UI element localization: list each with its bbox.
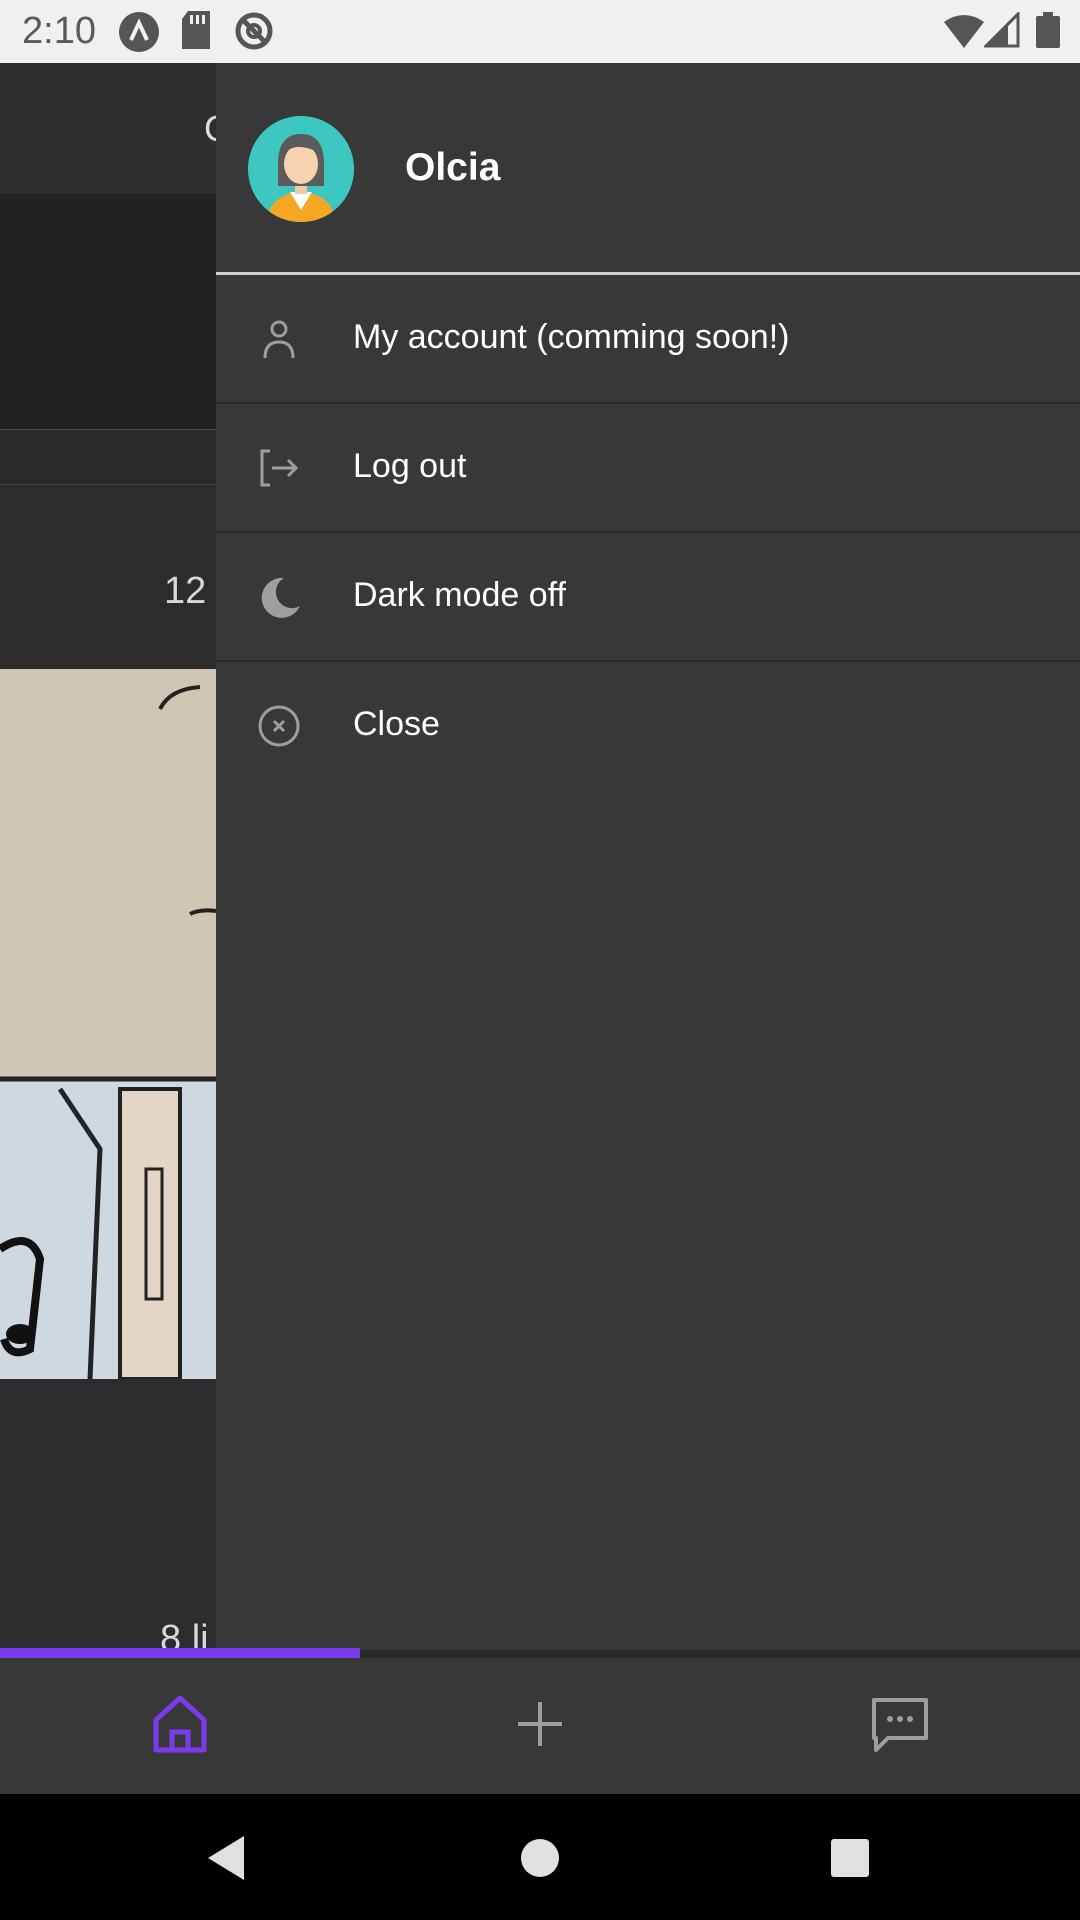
progress-bar [0,1648,360,1658]
background-footer [0,1379,216,1649]
recents-icon[interactable] [830,1838,870,1878]
background-card [0,194,216,430]
moon-icon [261,577,300,618]
plus-icon[interactable] [508,1692,572,1756]
user-avatar-icon[interactable] [248,116,354,222]
menu-item-dark-mode[interactable]: Dark mode off [216,533,1080,662]
logout-icon [260,449,299,487]
person-icon [263,320,295,359]
close-circle-icon [258,705,300,747]
post-image [0,669,216,1379]
menu-item-my-account[interactable]: My account (comming soon!) [216,275,1080,404]
bottom-navigation [0,1658,1080,1794]
menu-item-label: My account (comming soon!) [353,318,790,356]
system-navigation-bar [0,1794,1080,1920]
avatar-illustration [248,116,354,222]
home-circle-icon[interactable] [520,1838,560,1878]
status-bar: 2:10 [0,0,1080,63]
menu-item-label: Close [353,705,440,743]
wifi-icon [944,15,984,48]
home-icon[interactable] [148,1692,212,1756]
app-notification-icon [119,12,159,52]
battery-icon [1036,12,1060,48]
comment-count: 12 [164,570,207,612]
menu-item-label: Log out [353,447,467,485]
cell-signal-icon [984,12,1020,48]
user-name: Olcia [405,146,501,189]
menu-item-log-out[interactable]: Log out [216,404,1080,533]
menu-item-label: Dark mode off [353,576,566,614]
background-strip [0,430,216,485]
background-header [0,63,216,195]
back-icon[interactable] [204,1834,248,1882]
menu-item-close[interactable]: Close [216,662,1080,789]
chat-icon[interactable] [868,1692,932,1756]
sd-card-icon [182,11,210,49]
post-image-drawing [0,685,216,1379]
do-not-disturb-icon [235,12,273,50]
status-time: 2:10 [22,10,96,52]
